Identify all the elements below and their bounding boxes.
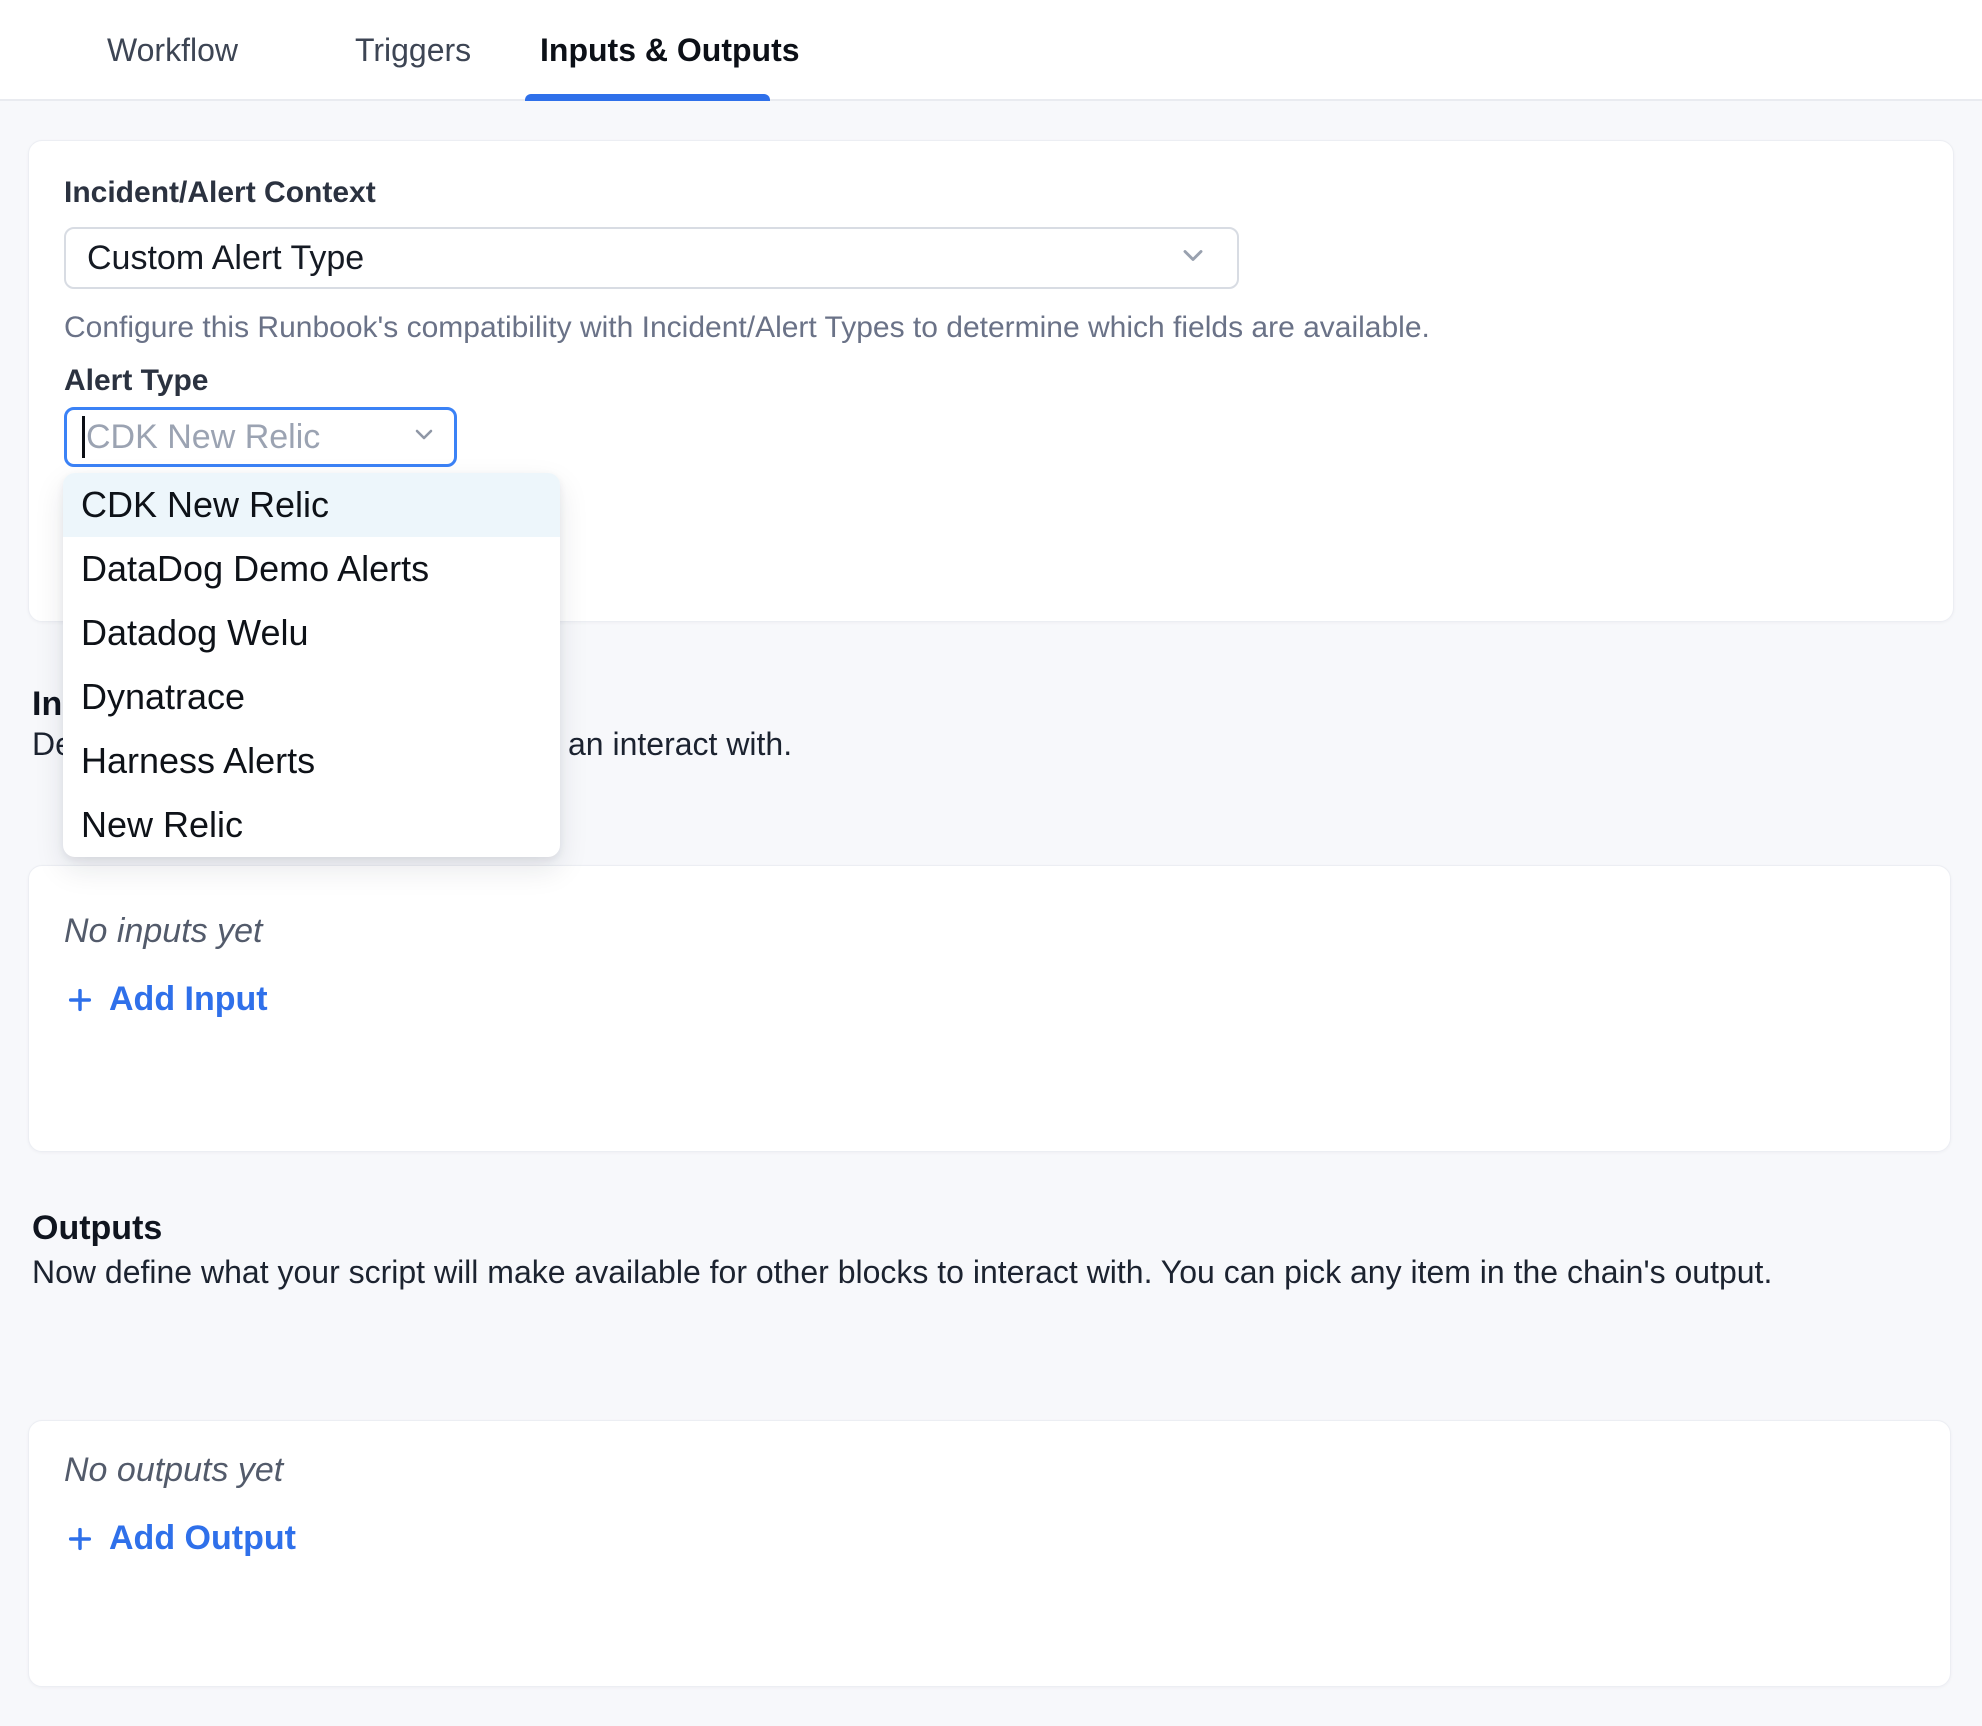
alert-type-label: Alert Type bbox=[64, 363, 208, 399]
dropdown-option-cdk-new-relic[interactable]: CDK New Relic bbox=[63, 473, 560, 537]
incident-context-selected-value: Custom Alert Type bbox=[66, 239, 364, 278]
inputs-empty-box: No inputs yet Add Input bbox=[28, 865, 1951, 1152]
incident-context-select[interactable]: Custom Alert Type bbox=[64, 227, 1239, 289]
dropdown-option-harness-alerts[interactable]: Harness Alerts bbox=[63, 729, 560, 793]
outputs-section-title: Outputs bbox=[32, 1208, 162, 1248]
outputs-empty-box: No outputs yet Add Output bbox=[28, 1420, 1951, 1687]
add-input-label: Add Input bbox=[109, 980, 268, 1019]
alert-type-combobox[interactable]: CDK New Relic bbox=[64, 407, 457, 467]
alert-type-placeholder: CDK New Relic bbox=[86, 418, 320, 457]
tab-triggers[interactable]: Triggers bbox=[355, 0, 471, 101]
text-cursor bbox=[82, 416, 85, 458]
add-output-button[interactable]: Add Output bbox=[64, 1519, 296, 1558]
tab-bar: Workflow Triggers Inputs & Outputs bbox=[0, 0, 1982, 101]
dropdown-option-datadog-demo-alerts[interactable]: DataDog Demo Alerts bbox=[63, 537, 560, 601]
dropdown-option-datadog-welu[interactable]: Datadog Welu bbox=[63, 601, 560, 665]
dropdown-option-new-relic[interactable]: New Relic bbox=[63, 793, 560, 857]
add-output-label: Add Output bbox=[109, 1519, 296, 1558]
inputs-section-description-end: an interact with. bbox=[568, 724, 792, 764]
outputs-section-description: Now define what your script will make av… bbox=[32, 1252, 1772, 1292]
alert-type-dropdown-menu: CDK New Relic DataDog Demo Alerts Datado… bbox=[63, 473, 560, 857]
incident-context-help: Configure this Runbook's compatibility w… bbox=[64, 309, 1430, 347]
tab-workflow[interactable]: Workflow bbox=[107, 0, 238, 101]
active-tab-indicator bbox=[525, 94, 770, 101]
add-input-button[interactable]: Add Input bbox=[64, 980, 268, 1019]
dropdown-option-dynatrace[interactable]: Dynatrace bbox=[63, 665, 560, 729]
inputs-empty-text: No inputs yet bbox=[64, 912, 262, 951]
plus-icon bbox=[64, 1523, 96, 1555]
chevron-down-icon bbox=[1177, 240, 1209, 277]
incident-context-label: Incident/Alert Context bbox=[64, 175, 376, 211]
chevron-down-icon bbox=[410, 421, 438, 454]
outputs-empty-text: No outputs yet bbox=[64, 1451, 283, 1490]
plus-icon bbox=[64, 984, 96, 1016]
tab-inputs-outputs[interactable]: Inputs & Outputs bbox=[540, 0, 800, 101]
